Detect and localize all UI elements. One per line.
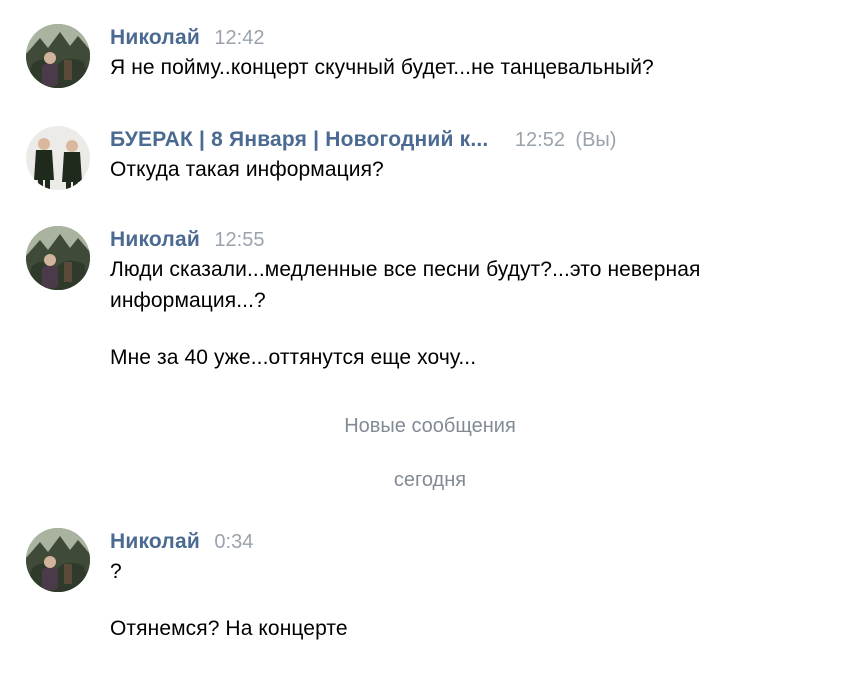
message-text: ? [110,560,122,583]
message-content: БУЕРАК | 8 Января | Новогодний к... 12:5… [110,126,840,185]
message-time[interactable]: 12:55 [214,229,264,251]
author-name[interactable]: Николай [110,228,200,251]
author-name[interactable]: Николай [110,26,200,49]
avatar-buerak[interactable] [26,126,90,190]
author-name[interactable]: БУЕРАК | 8 Января | Новогодний к... [110,128,488,151]
avatar-nikolay[interactable] [26,528,90,592]
message-time[interactable]: 0:34 [214,531,253,553]
message-time[interactable]: 12:42 [214,27,264,49]
message-header: Николай 12:42 [110,24,840,52]
avatar-nikolay[interactable] [26,226,90,290]
message-content: Николай 0:34 ? Отянемся? На концерте [110,528,840,644]
avatar-nikolay[interactable] [26,24,90,88]
message-header: БУЕРАК | 8 Января | Новогодний к... 12:5… [110,126,840,154]
date-divider: сегодня [393,469,467,491]
message-header: Николай 0:34 [110,528,840,556]
message-header: Николай 12:55 [110,226,840,254]
message-text: Люди сказали...медленные все песни будут… [110,258,701,312]
message-text: Отянемся? На концерте [110,617,348,640]
message-time[interactable]: 12:52 [515,129,565,151]
message-content: Николай 12:42 Я не пойму..концерт скучны… [110,24,840,83]
author-name[interactable]: Николай [110,530,200,553]
you-label: (Вы) [575,129,617,151]
message-text: Откуда такая информация? [110,158,384,181]
message-text: Я не пойму..концерт скучный будет...не т… [110,56,654,79]
message-text: Мне за 40 уже...оттянутся еще хочу... [110,346,477,369]
new-messages-divider: Новые сообщения [344,415,516,437]
message-content: Николай 12:55 Люди сказали...медленные в… [110,226,840,373]
